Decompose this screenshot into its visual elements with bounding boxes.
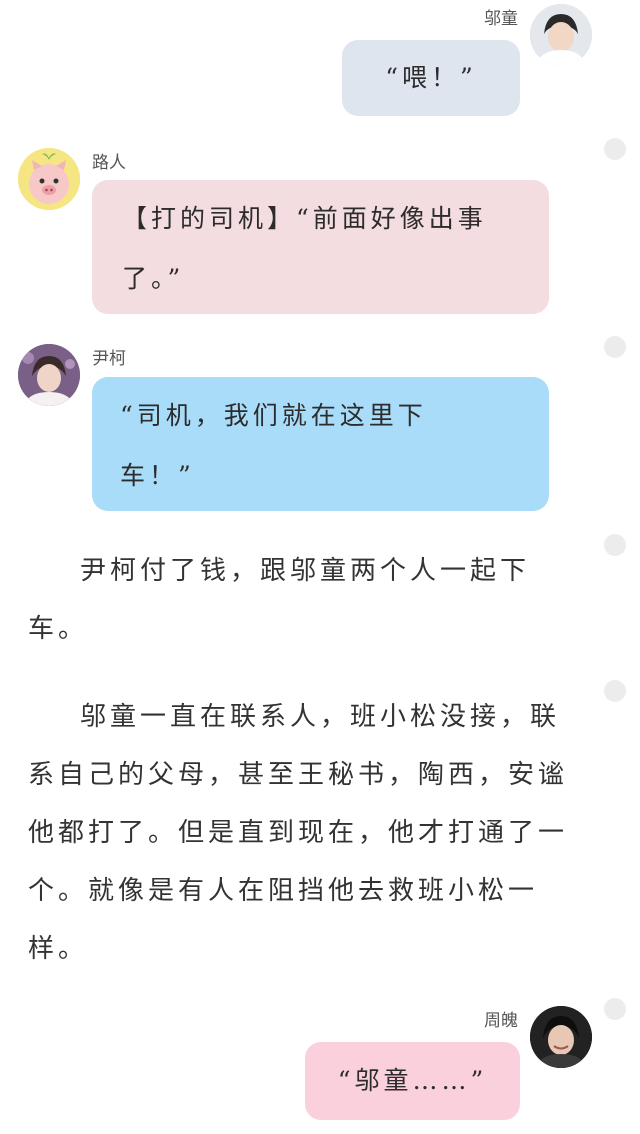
chat-message-right: 周魄 “邬童……” xyxy=(0,1000,640,1134)
chat-message-left: 路人 【打的司机】“前面好像出事了。” xyxy=(0,140,640,320)
avatar xyxy=(18,148,80,210)
person-avatar-icon xyxy=(530,4,592,66)
person-avatar-icon xyxy=(18,344,80,406)
narration-paragraph: 邬童一直在联系人，班小松没接，联系自己的父母，甚至王秘书，陶西，安谧他都打了。但… xyxy=(28,702,569,964)
chat-bubble: “邬童……” xyxy=(305,1042,520,1120)
avatar xyxy=(18,344,80,406)
person-avatar-icon xyxy=(530,1006,592,1068)
speaker-name: 路人 xyxy=(92,153,126,173)
chat-bubble: “司机，我们就在这里下车！” xyxy=(92,377,549,511)
avatar xyxy=(530,4,592,66)
message-text: “喂！” xyxy=(385,63,477,92)
chat-message-left: 尹柯 “司机，我们就在这里下车！” xyxy=(0,338,640,518)
speaker-name: 尹柯 xyxy=(92,349,126,369)
chat-bubble: “喂！” xyxy=(342,40,520,116)
pig-avatar-icon xyxy=(18,148,80,210)
scroll-dot xyxy=(604,534,626,556)
speaker-name: 周魄 xyxy=(484,1011,518,1031)
message-text: “邬童……” xyxy=(337,1066,488,1095)
message-text: “司机，我们就在这里下车！” xyxy=(120,401,427,490)
avatar xyxy=(530,1006,592,1068)
speaker-name: 邬童 xyxy=(484,9,518,29)
chat-bubble: 【打的司机】“前面好像出事了。” xyxy=(92,180,549,314)
scroll-dot xyxy=(604,680,626,702)
message-text: 【打的司机】“前面好像出事了。” xyxy=(122,204,487,293)
narration-paragraph: 尹柯付了钱，跟邬童两个人一起下车。 xyxy=(28,556,531,644)
chat-message-right: 邬童 “喂！” xyxy=(0,0,640,130)
